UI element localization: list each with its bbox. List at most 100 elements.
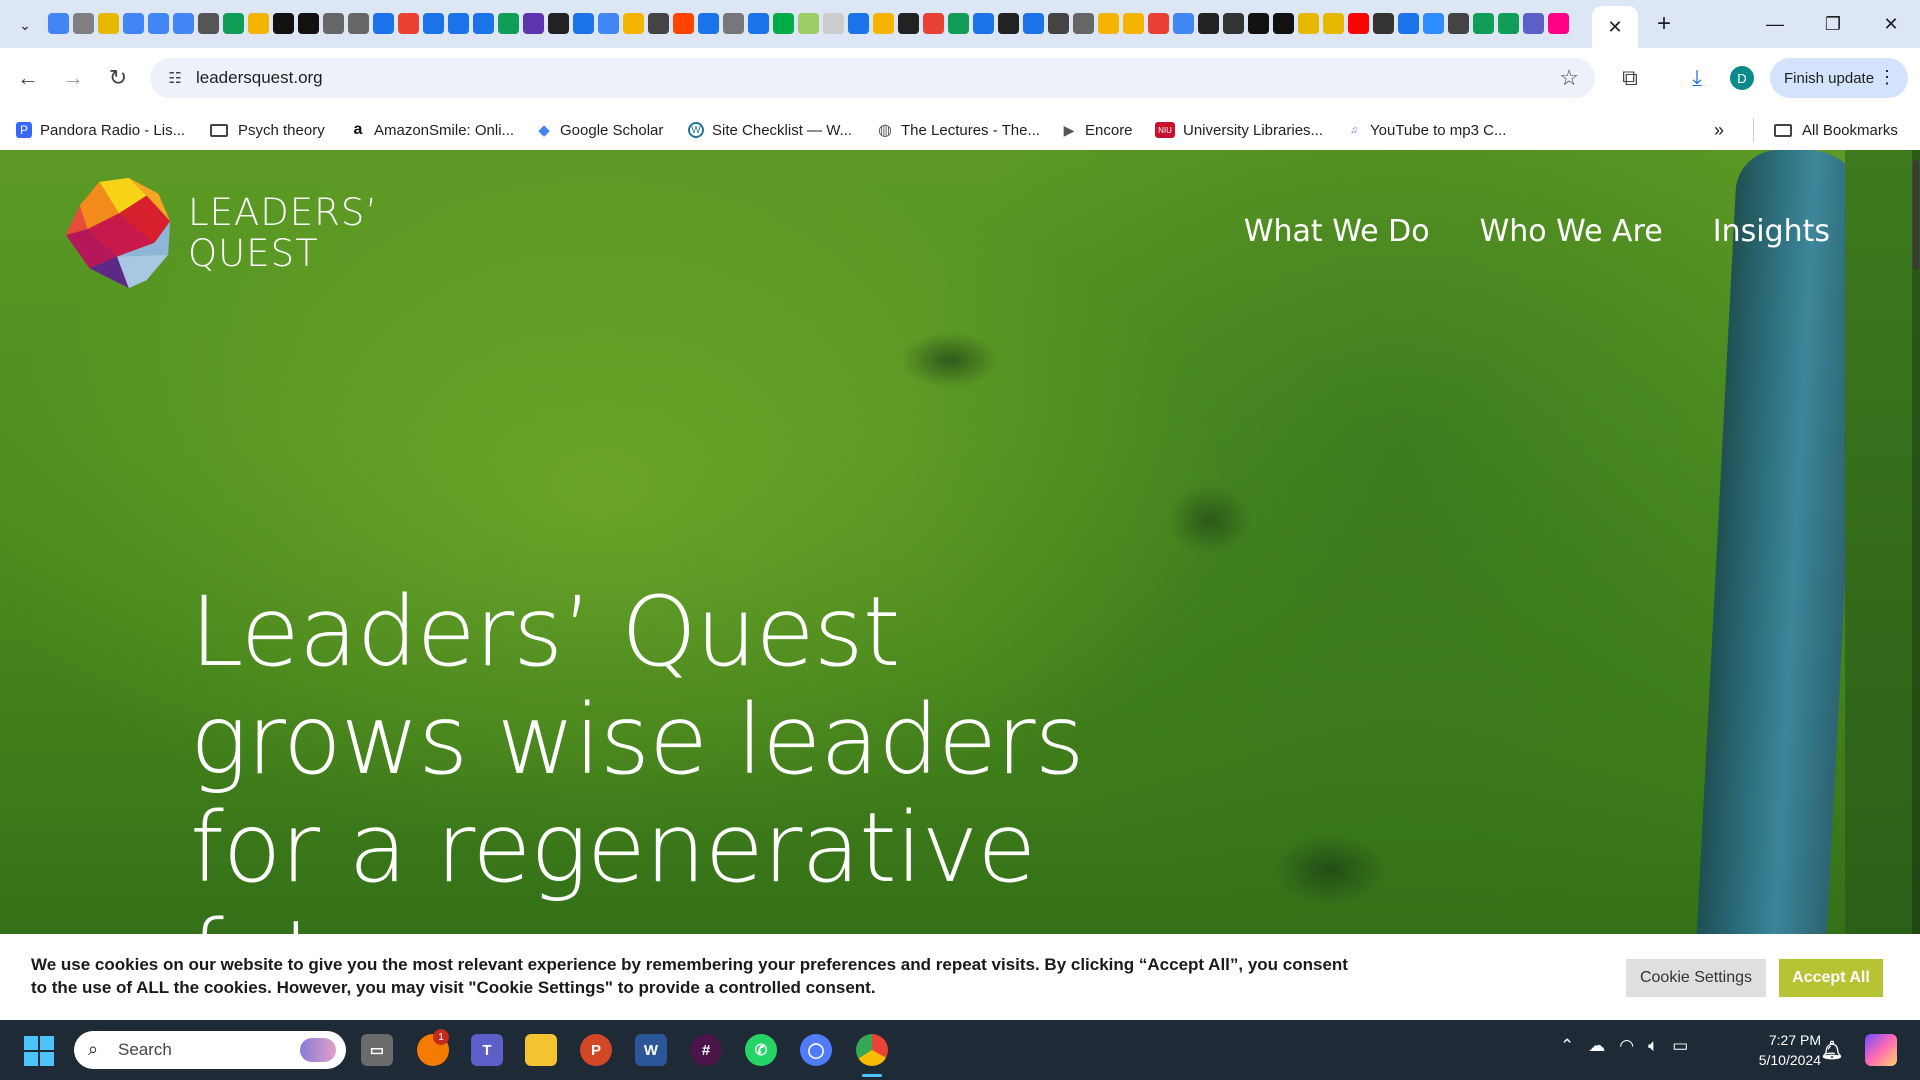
minimize-button[interactable]: —: [1752, 8, 1798, 40]
reload-button[interactable]: ↻: [103, 63, 133, 93]
notification-bell-icon[interactable]: 🔔︎: [1820, 1034, 1844, 1066]
tab-favicon-icon[interactable]: [898, 13, 919, 34]
back-button[interactable]: ←: [13, 63, 43, 93]
bookmark-pandora[interactable]: P Pandora Radio - Lis...: [16, 118, 185, 142]
tab-favicon-icon[interactable]: [1248, 13, 1269, 34]
wifi-icon[interactable]: ◠: [1619, 1036, 1634, 1056]
tab-favicon-icon[interactable]: [1048, 13, 1069, 34]
tab-favicon-icon[interactable]: [398, 13, 419, 34]
page-scrollbar[interactable]: [1912, 150, 1920, 1020]
all-bookmarks-button[interactable]: All Bookmarks: [1753, 118, 1898, 142]
tab-favicon-icon[interactable]: [1098, 13, 1119, 34]
volume-icon[interactable]: 🔈︎: [1648, 1036, 1658, 1056]
tab-favicon-icon[interactable]: [323, 13, 344, 34]
restore-button[interactable]: ❐: [1810, 8, 1856, 40]
tab-favicon-icon[interactable]: [598, 13, 619, 34]
tab-favicon-icon[interactable]: [998, 13, 1019, 34]
tab-favicon-icon[interactable]: [1348, 13, 1369, 34]
tab-favicon-icon[interactable]: [1323, 13, 1344, 34]
signal-icon[interactable]: ◯: [800, 1034, 832, 1066]
tab-favicon-icon[interactable]: [448, 13, 469, 34]
tab-favicon-icon[interactable]: [173, 13, 194, 34]
tab-favicon-icon[interactable]: [798, 13, 819, 34]
tab-favicon-icon[interactable]: [1223, 13, 1244, 34]
tab-favicon-icon[interactable]: [223, 13, 244, 34]
nav-who-we-are[interactable]: Who We Are: [1480, 214, 1663, 249]
bookmark-folder-psych-theory[interactable]: Psych theory: [210, 118, 325, 142]
forward-button[interactable]: →: [58, 63, 88, 93]
tab-favicon-icon[interactable]: [873, 13, 894, 34]
tab-favicon-icon[interactable]: [423, 13, 444, 34]
bookmark-site-checklist[interactable]: W Site Checklist — W...: [688, 118, 852, 142]
tab-favicon-icon[interactable]: [1498, 13, 1519, 34]
tab-search-button[interactable]: ⌄: [12, 12, 38, 38]
file-explorer-icon[interactable]: [525, 1034, 557, 1066]
site-info-icon[interactable]: ☷: [164, 67, 186, 89]
tab-favicon-icon[interactable]: [1073, 13, 1094, 34]
tab-favicon-icon[interactable]: [1173, 13, 1194, 34]
bookmark-amazonsmile[interactable]: a AmazonSmile: Onli...: [350, 118, 515, 142]
tab-favicon-icon[interactable]: [548, 13, 569, 34]
tab-favicon-icon[interactable]: [773, 13, 794, 34]
tab-favicon-icon[interactable]: [348, 13, 369, 34]
bookmark-university-libraries[interactable]: NIU University Libraries...: [1155, 118, 1323, 142]
tab-favicon-icon[interactable]: [148, 13, 169, 34]
slack-icon[interactable]: #: [690, 1034, 722, 1066]
tab-favicon-icon[interactable]: [1398, 13, 1419, 34]
tab-favicon-icon[interactable]: [1448, 13, 1469, 34]
onedrive-icon[interactable]: ☁: [1588, 1036, 1605, 1056]
bookmark-the-lectures[interactable]: ◍ The Lectures - The...: [877, 118, 1040, 142]
new-tab-button[interactable]: +: [1650, 10, 1678, 38]
more-menu-icon[interactable]: ⋮: [1878, 67, 1896, 88]
tab-favicon-icon[interactable]: [1373, 13, 1394, 34]
bookmark-encore[interactable]: ▶ Encore: [1061, 118, 1133, 142]
tab-favicon-icon[interactable]: [48, 13, 69, 34]
tab-favicon-icon[interactable]: [573, 13, 594, 34]
tab-favicon-icon[interactable]: [1148, 13, 1169, 34]
nav-what-we-do[interactable]: What We Do: [1244, 214, 1430, 249]
bookmarks-overflow-button[interactable]: »: [1714, 118, 1724, 142]
address-bar[interactable]: ☷ leadersquest.org ☆: [150, 58, 1595, 98]
task-view-icon[interactable]: ▭: [361, 1034, 393, 1066]
tab-favicon-icon[interactable]: [98, 13, 119, 34]
bookmark-youtube-to-mp3[interactable]: ♫ YouTube to mp3 C...: [1346, 118, 1506, 142]
nav-insights[interactable]: Insights: [1713, 214, 1830, 249]
tab-favicon-icon[interactable]: [748, 13, 769, 34]
tab-favicon-icon[interactable]: [948, 13, 969, 34]
tab-favicon-icon[interactable]: [848, 13, 869, 34]
taskbar-clock[interactable]: 7:27 PM 5/10/2024: [1735, 1030, 1821, 1070]
whatsapp-icon[interactable]: ✆: [745, 1034, 777, 1066]
taskbar-search[interactable]: ⌕ Search: [74, 1031, 346, 1069]
tab-favicon-icon[interactable]: [123, 13, 144, 34]
tab-favicon-icon[interactable]: [248, 13, 269, 34]
tab-favicon-icon[interactable]: [273, 13, 294, 34]
windows-start-icon[interactable]: [24, 1036, 54, 1066]
copilot-icon[interactable]: [1865, 1034, 1897, 1066]
extensions-icon[interactable]: ⧉: [1614, 62, 1646, 94]
tab-favicon-icon[interactable]: [823, 13, 844, 34]
bookmark-star-icon[interactable]: ☆: [1559, 65, 1579, 91]
tab-favicon-icon[interactable]: [1523, 13, 1544, 34]
tab-favicon-icon[interactable]: [473, 13, 494, 34]
tab-favicon-icon[interactable]: [198, 13, 219, 34]
profile-avatar[interactable]: D: [1730, 66, 1754, 90]
tab-favicon-icon[interactable]: [73, 13, 94, 34]
finish-update-button[interactable]: Finish update ⋮: [1770, 58, 1908, 98]
chrome-icon[interactable]: [856, 1034, 888, 1066]
url-text[interactable]: leadersquest.org: [196, 68, 323, 88]
tab-favicon-icon[interactable]: [1423, 13, 1444, 34]
cookie-settings-button[interactable]: Cookie Settings: [1626, 959, 1766, 997]
scrollbar-thumb[interactable]: [1913, 160, 1919, 270]
powerpoint-icon[interactable]: P: [580, 1034, 612, 1066]
tab-favicon-icon[interactable]: [698, 13, 719, 34]
site-logo[interactable]: LEADERS’ QUEST: [60, 174, 380, 294]
active-tab[interactable]: ✕: [1592, 6, 1638, 48]
tab-favicon-icon[interactable]: [623, 13, 644, 34]
tab-favicon-icon[interactable]: [673, 13, 694, 34]
show-hidden-icons-icon[interactable]: ⌃: [1560, 1036, 1574, 1056]
close-tab-icon[interactable]: ✕: [1607, 17, 1622, 38]
accept-all-button[interactable]: Accept All: [1779, 959, 1883, 997]
tab-favicon-icon[interactable]: [1123, 13, 1144, 34]
tab-favicon-icon[interactable]: [648, 13, 669, 34]
tab-favicon-icon[interactable]: [523, 13, 544, 34]
